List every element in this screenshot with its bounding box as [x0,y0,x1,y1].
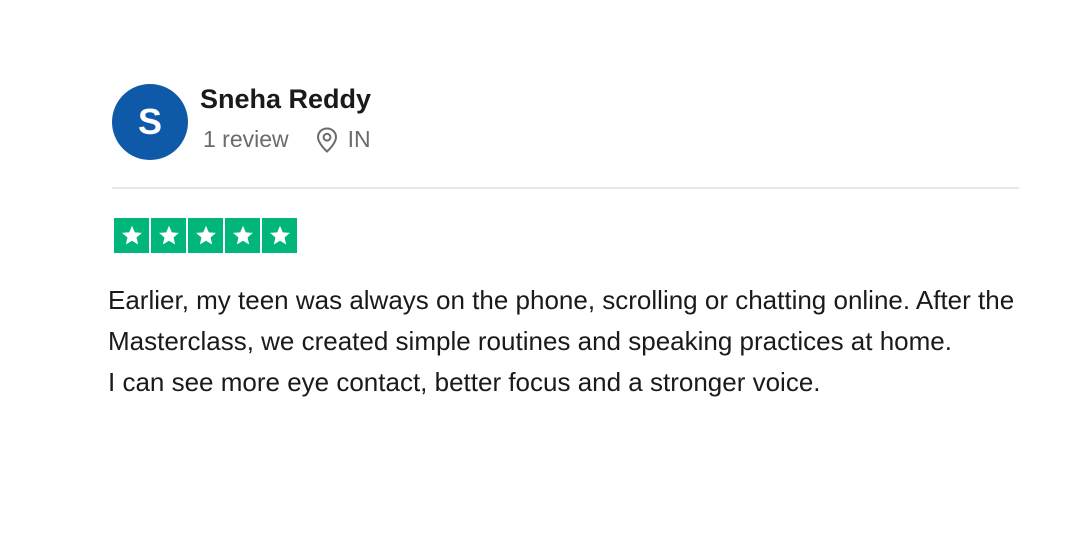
reviewer-country: IN [347,126,371,152]
star-icon [225,218,260,253]
review-card: S Sneha Reddy 1 review IN Earlier, my te… [0,0,1080,547]
reviewer-meta: 1 review IN [203,126,371,153]
review-text: Earlier, my teen was always on the phone… [108,280,1048,403]
star-icon [114,218,149,253]
star-icon [151,218,186,253]
avatar: S [112,84,188,160]
divider [112,187,1019,189]
star-rating [114,218,297,253]
location-pin-icon [316,126,338,153]
reviewer-name: Sneha Reddy [200,84,372,114]
review-count: 1 review [203,126,289,152]
star-icon [262,218,297,253]
review-paragraph: I can see more eye contact, better focus… [108,367,821,397]
review-paragraph: Earlier, my teen was always on the phone… [108,285,1015,356]
star-icon [188,218,223,253]
